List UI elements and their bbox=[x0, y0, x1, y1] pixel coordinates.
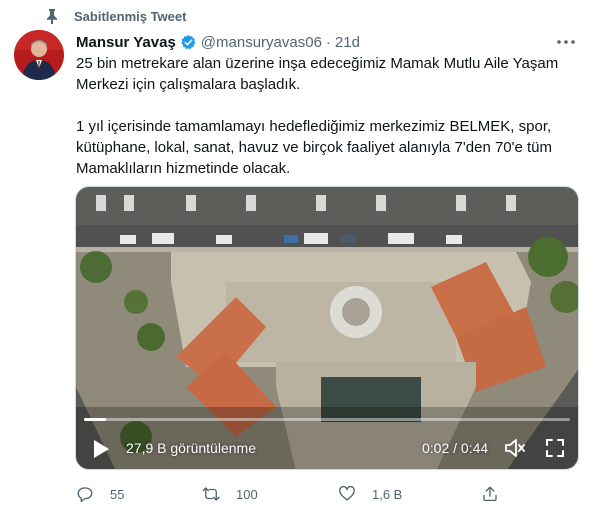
author-display-name[interactable]: Mansur Yavaş bbox=[76, 34, 176, 51]
pinned-indicator: Sabitlenmiş Tweet bbox=[44, 6, 186, 26]
author-handle[interactable]: @mansuryavas06 bbox=[201, 34, 322, 51]
video-time: 0:02 / 0:44 bbox=[422, 440, 489, 456]
more-options-icon[interactable] bbox=[556, 33, 576, 51]
retweet-icon bbox=[202, 487, 220, 501]
separator-dot: · bbox=[325, 33, 331, 51]
reply-count: 55 bbox=[110, 486, 125, 502]
tweet-header: Mansur Yavaş @mansuryavas06 · 21d bbox=[76, 31, 360, 53]
fullscreen-icon[interactable] bbox=[546, 439, 564, 457]
pinned-label: Sabitlenmiş Tweet bbox=[74, 8, 187, 24]
video-progress-fill bbox=[84, 418, 106, 421]
verified-icon bbox=[180, 34, 197, 51]
like-count: 1,6 B bbox=[372, 486, 403, 502]
video-frame bbox=[76, 187, 578, 469]
tweet-paragraph-2: 1 yıl içerisinde tamamlamayı hedeflediği… bbox=[76, 118, 553, 177]
tweet-actions: 55 100 1,6 B bbox=[76, 484, 556, 504]
reply-icon bbox=[77, 487, 93, 503]
volume-icon[interactable] bbox=[504, 437, 526, 459]
retweet-button[interactable]: 100 bbox=[202, 484, 258, 504]
tweet-text: 25 bin metrekare alan üzerine inşa edece… bbox=[76, 53, 576, 179]
tweet-paragraph-1: 25 bin metrekare alan üzerine inşa edece… bbox=[76, 55, 559, 93]
reply-button[interactable]: 55 bbox=[76, 484, 124, 504]
share-icon bbox=[483, 486, 497, 502]
play-icon[interactable] bbox=[92, 439, 110, 459]
avatar[interactable] bbox=[14, 30, 64, 80]
like-icon bbox=[339, 485, 355, 501]
like-button[interactable]: 1,6 B bbox=[338, 484, 402, 504]
retweet-count: 100 bbox=[236, 486, 258, 502]
video-player[interactable]: 27,9 B görüntülenme 0:02 / 0:44 bbox=[75, 186, 579, 470]
share-button[interactable] bbox=[481, 484, 499, 504]
tweet-timestamp[interactable]: 21d bbox=[335, 34, 360, 51]
video-progress-bar[interactable] bbox=[84, 418, 570, 421]
video-view-count: 27,9 B görüntülenme bbox=[126, 440, 256, 456]
pin-icon bbox=[44, 8, 60, 24]
